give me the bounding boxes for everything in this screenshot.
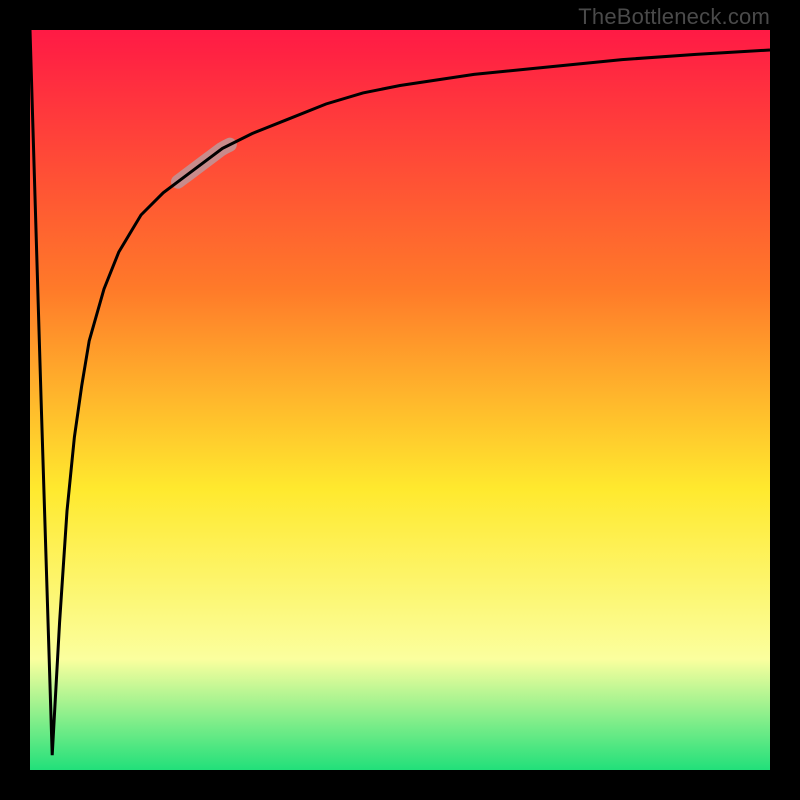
plot-area	[30, 30, 770, 770]
bottleneck-curve	[30, 30, 770, 755]
chart-frame: TheBottleneck.com	[0, 0, 800, 800]
chart-curve-layer	[30, 30, 770, 770]
attribution-text: TheBottleneck.com	[578, 4, 770, 30]
